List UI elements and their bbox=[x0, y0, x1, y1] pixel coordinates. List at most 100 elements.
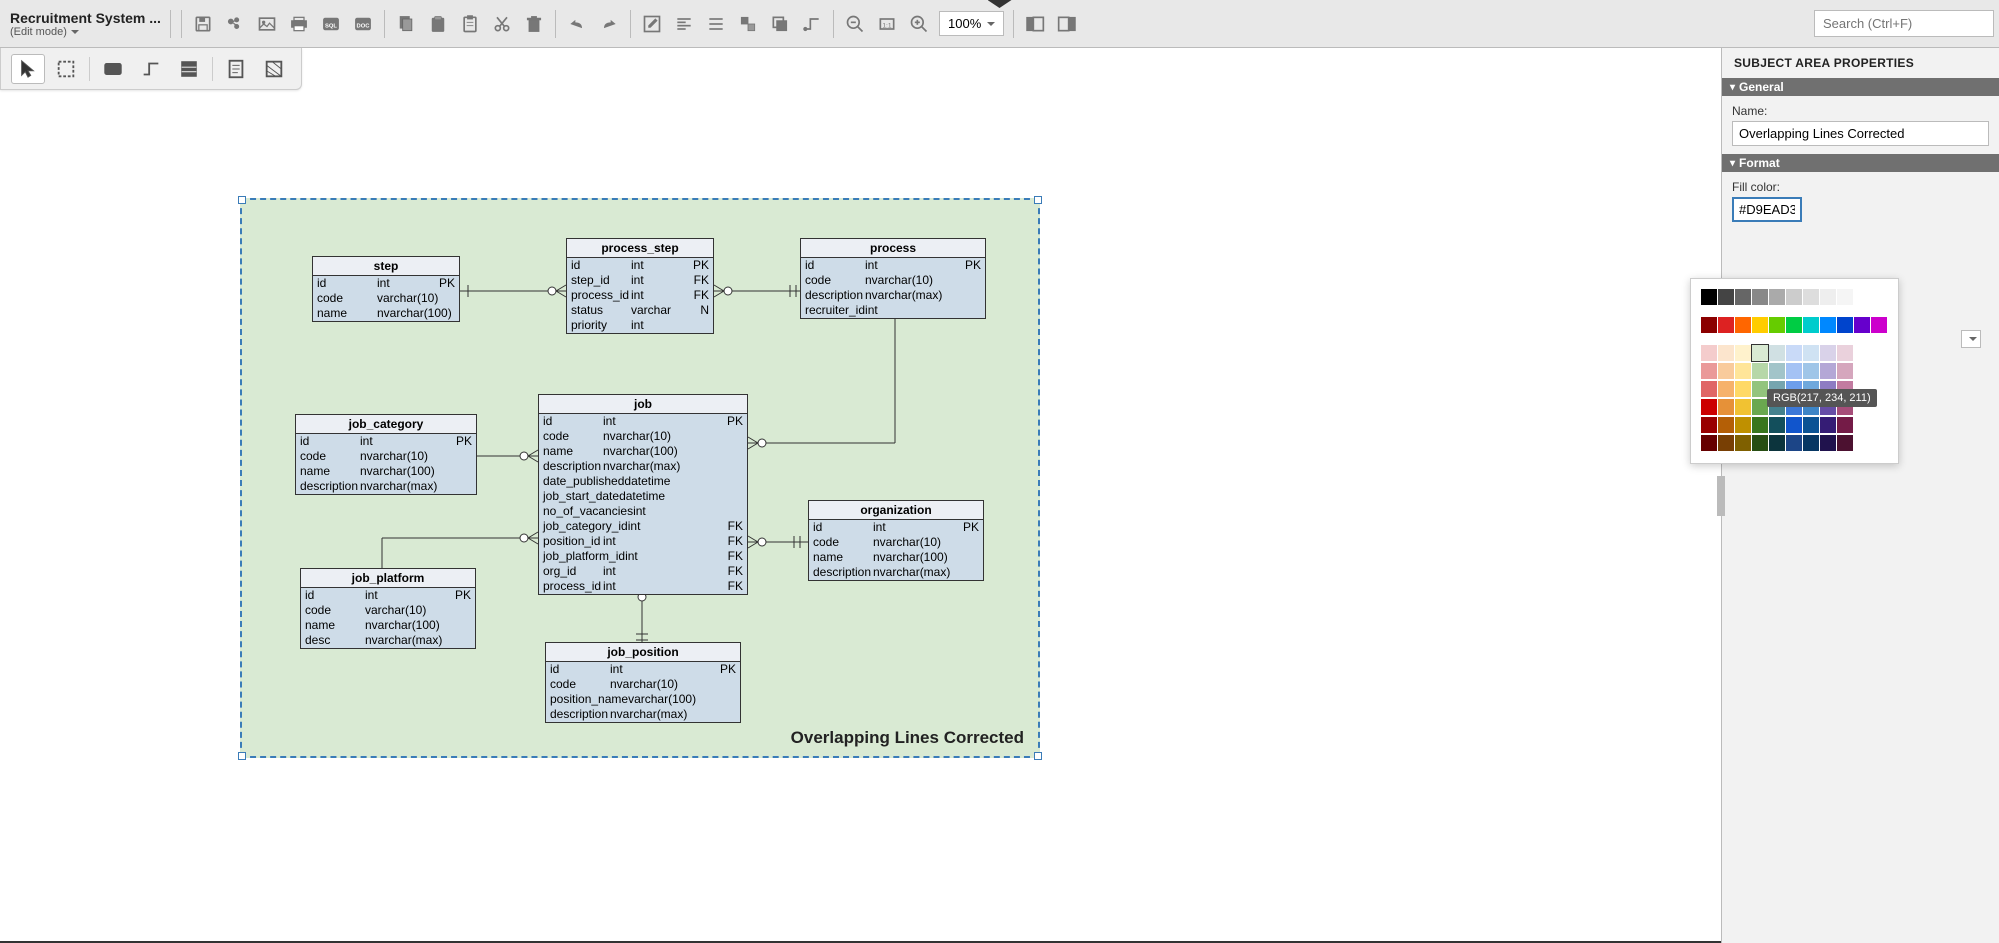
color-swatch[interactable] bbox=[1718, 289, 1734, 305]
search-input[interactable] bbox=[1814, 10, 1994, 37]
color-swatch[interactable] bbox=[1854, 317, 1870, 333]
color-swatch[interactable] bbox=[1752, 317, 1768, 333]
color-swatch[interactable] bbox=[1769, 435, 1785, 451]
print-button[interactable] bbox=[284, 9, 314, 39]
color-swatch[interactable] bbox=[1718, 417, 1734, 433]
color-swatch[interactable] bbox=[1803, 317, 1819, 333]
resize-handle-sw[interactable] bbox=[238, 752, 246, 760]
color-swatch[interactable] bbox=[1820, 363, 1836, 379]
entity-process_step[interactable]: process_stepidintPKstep_idintFKprocess_i… bbox=[566, 238, 714, 334]
color-swatch[interactable] bbox=[1735, 345, 1751, 361]
color-swatch[interactable] bbox=[1701, 317, 1717, 333]
zoom-out-button[interactable] bbox=[840, 9, 870, 39]
name-input[interactable] bbox=[1732, 121, 1989, 146]
color-swatch[interactable] bbox=[1786, 363, 1802, 379]
align-group-button[interactable] bbox=[733, 9, 763, 39]
color-swatch[interactable] bbox=[1701, 289, 1717, 305]
align-lines-button[interactable] bbox=[701, 9, 731, 39]
color-swatch[interactable] bbox=[1769, 345, 1785, 361]
fill-color-input[interactable] bbox=[1732, 197, 1802, 222]
entity-job_category[interactable]: job_categoryidintPKcodenvarchar(10)namen… bbox=[295, 414, 477, 495]
color-swatch[interactable] bbox=[1701, 345, 1717, 361]
color-swatch[interactable] bbox=[1752, 381, 1768, 397]
color-swatch[interactable] bbox=[1752, 435, 1768, 451]
undo-button[interactable] bbox=[562, 9, 592, 39]
sql-button[interactable]: SQL bbox=[316, 9, 346, 39]
color-swatch[interactable] bbox=[1820, 289, 1836, 305]
color-swatch[interactable] bbox=[1752, 399, 1768, 415]
entity-step[interactable]: stepidintPKcodevarchar(10)namenvarchar(1… bbox=[312, 256, 460, 322]
clipboard-button[interactable] bbox=[455, 9, 485, 39]
color-swatch[interactable] bbox=[1735, 417, 1751, 433]
resize-handle-se[interactable] bbox=[1034, 752, 1042, 760]
color-swatch[interactable] bbox=[1752, 363, 1768, 379]
color-swatch[interactable] bbox=[1701, 435, 1717, 451]
color-swatch[interactable] bbox=[1769, 317, 1785, 333]
general-section-header[interactable]: General bbox=[1722, 78, 1999, 96]
color-swatch[interactable] bbox=[1718, 399, 1734, 415]
color-swatch[interactable] bbox=[1837, 417, 1853, 433]
copy-file-button[interactable] bbox=[391, 9, 421, 39]
color-swatch[interactable] bbox=[1752, 417, 1768, 433]
doc-button[interactable]: DOC bbox=[348, 9, 378, 39]
color-swatch[interactable] bbox=[1718, 435, 1734, 451]
resize-handle-nw[interactable] bbox=[238, 196, 246, 204]
color-swatch[interactable] bbox=[1803, 289, 1819, 305]
zoom-select[interactable]: 100% bbox=[939, 11, 1004, 36]
entity-process[interactable]: processidintPKcodenvarchar(10)descriptio… bbox=[800, 238, 986, 319]
color-swatch[interactable] bbox=[1769, 363, 1785, 379]
color-swatch[interactable] bbox=[1820, 435, 1836, 451]
entity-job_platform[interactable]: job_platformidintPKcodevarchar(10)namenv… bbox=[300, 568, 476, 649]
color-swatch[interactable] bbox=[1820, 317, 1836, 333]
color-swatch[interactable] bbox=[1718, 317, 1734, 333]
color-swatch[interactable] bbox=[1837, 345, 1853, 361]
color-swatch[interactable] bbox=[1718, 381, 1734, 397]
connector-button[interactable] bbox=[797, 9, 827, 39]
panel-splitter[interactable] bbox=[1717, 476, 1725, 516]
layout-right-button[interactable] bbox=[1052, 9, 1082, 39]
color-swatch[interactable] bbox=[1837, 317, 1853, 333]
trash-button[interactable] bbox=[519, 9, 549, 39]
color-swatch[interactable] bbox=[1735, 317, 1751, 333]
color-swatch[interactable] bbox=[1803, 345, 1819, 361]
document-title-block[interactable]: Recruitment System ... (Edit mode) bbox=[5, 10, 165, 38]
color-swatch[interactable] bbox=[1718, 363, 1734, 379]
color-swatch[interactable] bbox=[1820, 417, 1836, 433]
color-swatch[interactable] bbox=[1803, 417, 1819, 433]
color-swatch[interactable] bbox=[1803, 435, 1819, 451]
color-swatch[interactable] bbox=[1735, 289, 1751, 305]
entity-organization[interactable]: organizationidintPKcodenvarchar(10)namen… bbox=[808, 500, 984, 581]
canvas[interactable]: Overlapping Lines Corrected bbox=[0, 48, 1721, 943]
color-swatch[interactable] bbox=[1786, 317, 1802, 333]
edit-box-button[interactable] bbox=[637, 9, 667, 39]
color-swatch[interactable] bbox=[1735, 399, 1751, 415]
resize-handle-ne[interactable] bbox=[1034, 196, 1042, 204]
color-swatch[interactable] bbox=[1701, 417, 1717, 433]
color-swatch[interactable] bbox=[1752, 345, 1768, 361]
zoom-fit-button[interactable]: 1:1 bbox=[872, 9, 902, 39]
redo-button[interactable] bbox=[594, 9, 624, 39]
align-left-button[interactable] bbox=[669, 9, 699, 39]
image-button[interactable] bbox=[252, 9, 282, 39]
save-button[interactable] bbox=[188, 9, 218, 39]
color-swatch[interactable] bbox=[1837, 363, 1853, 379]
zoom-in-button[interactable] bbox=[904, 9, 934, 39]
cut-button[interactable] bbox=[487, 9, 517, 39]
color-swatch[interactable] bbox=[1701, 399, 1717, 415]
color-swatch[interactable] bbox=[1701, 381, 1717, 397]
send-back-button[interactable] bbox=[765, 9, 795, 39]
color-swatch[interactable] bbox=[1871, 317, 1887, 333]
entity-job[interactable]: jobidintPKcodenvarchar(10)namenvarchar(1… bbox=[538, 394, 748, 595]
paste-file-button[interactable] bbox=[423, 9, 453, 39]
color-swatch[interactable] bbox=[1769, 417, 1785, 433]
color-swatch[interactable] bbox=[1837, 289, 1853, 305]
color-swatch[interactable] bbox=[1735, 363, 1751, 379]
color-swatch[interactable] bbox=[1820, 345, 1836, 361]
color-swatch[interactable] bbox=[1854, 289, 1870, 305]
color-swatch[interactable] bbox=[1786, 345, 1802, 361]
color-swatch[interactable] bbox=[1786, 435, 1802, 451]
color-swatch[interactable] bbox=[1735, 381, 1751, 397]
color-swatch[interactable] bbox=[1803, 363, 1819, 379]
color-swatch[interactable] bbox=[1786, 417, 1802, 433]
share-button[interactable] bbox=[220, 9, 250, 39]
